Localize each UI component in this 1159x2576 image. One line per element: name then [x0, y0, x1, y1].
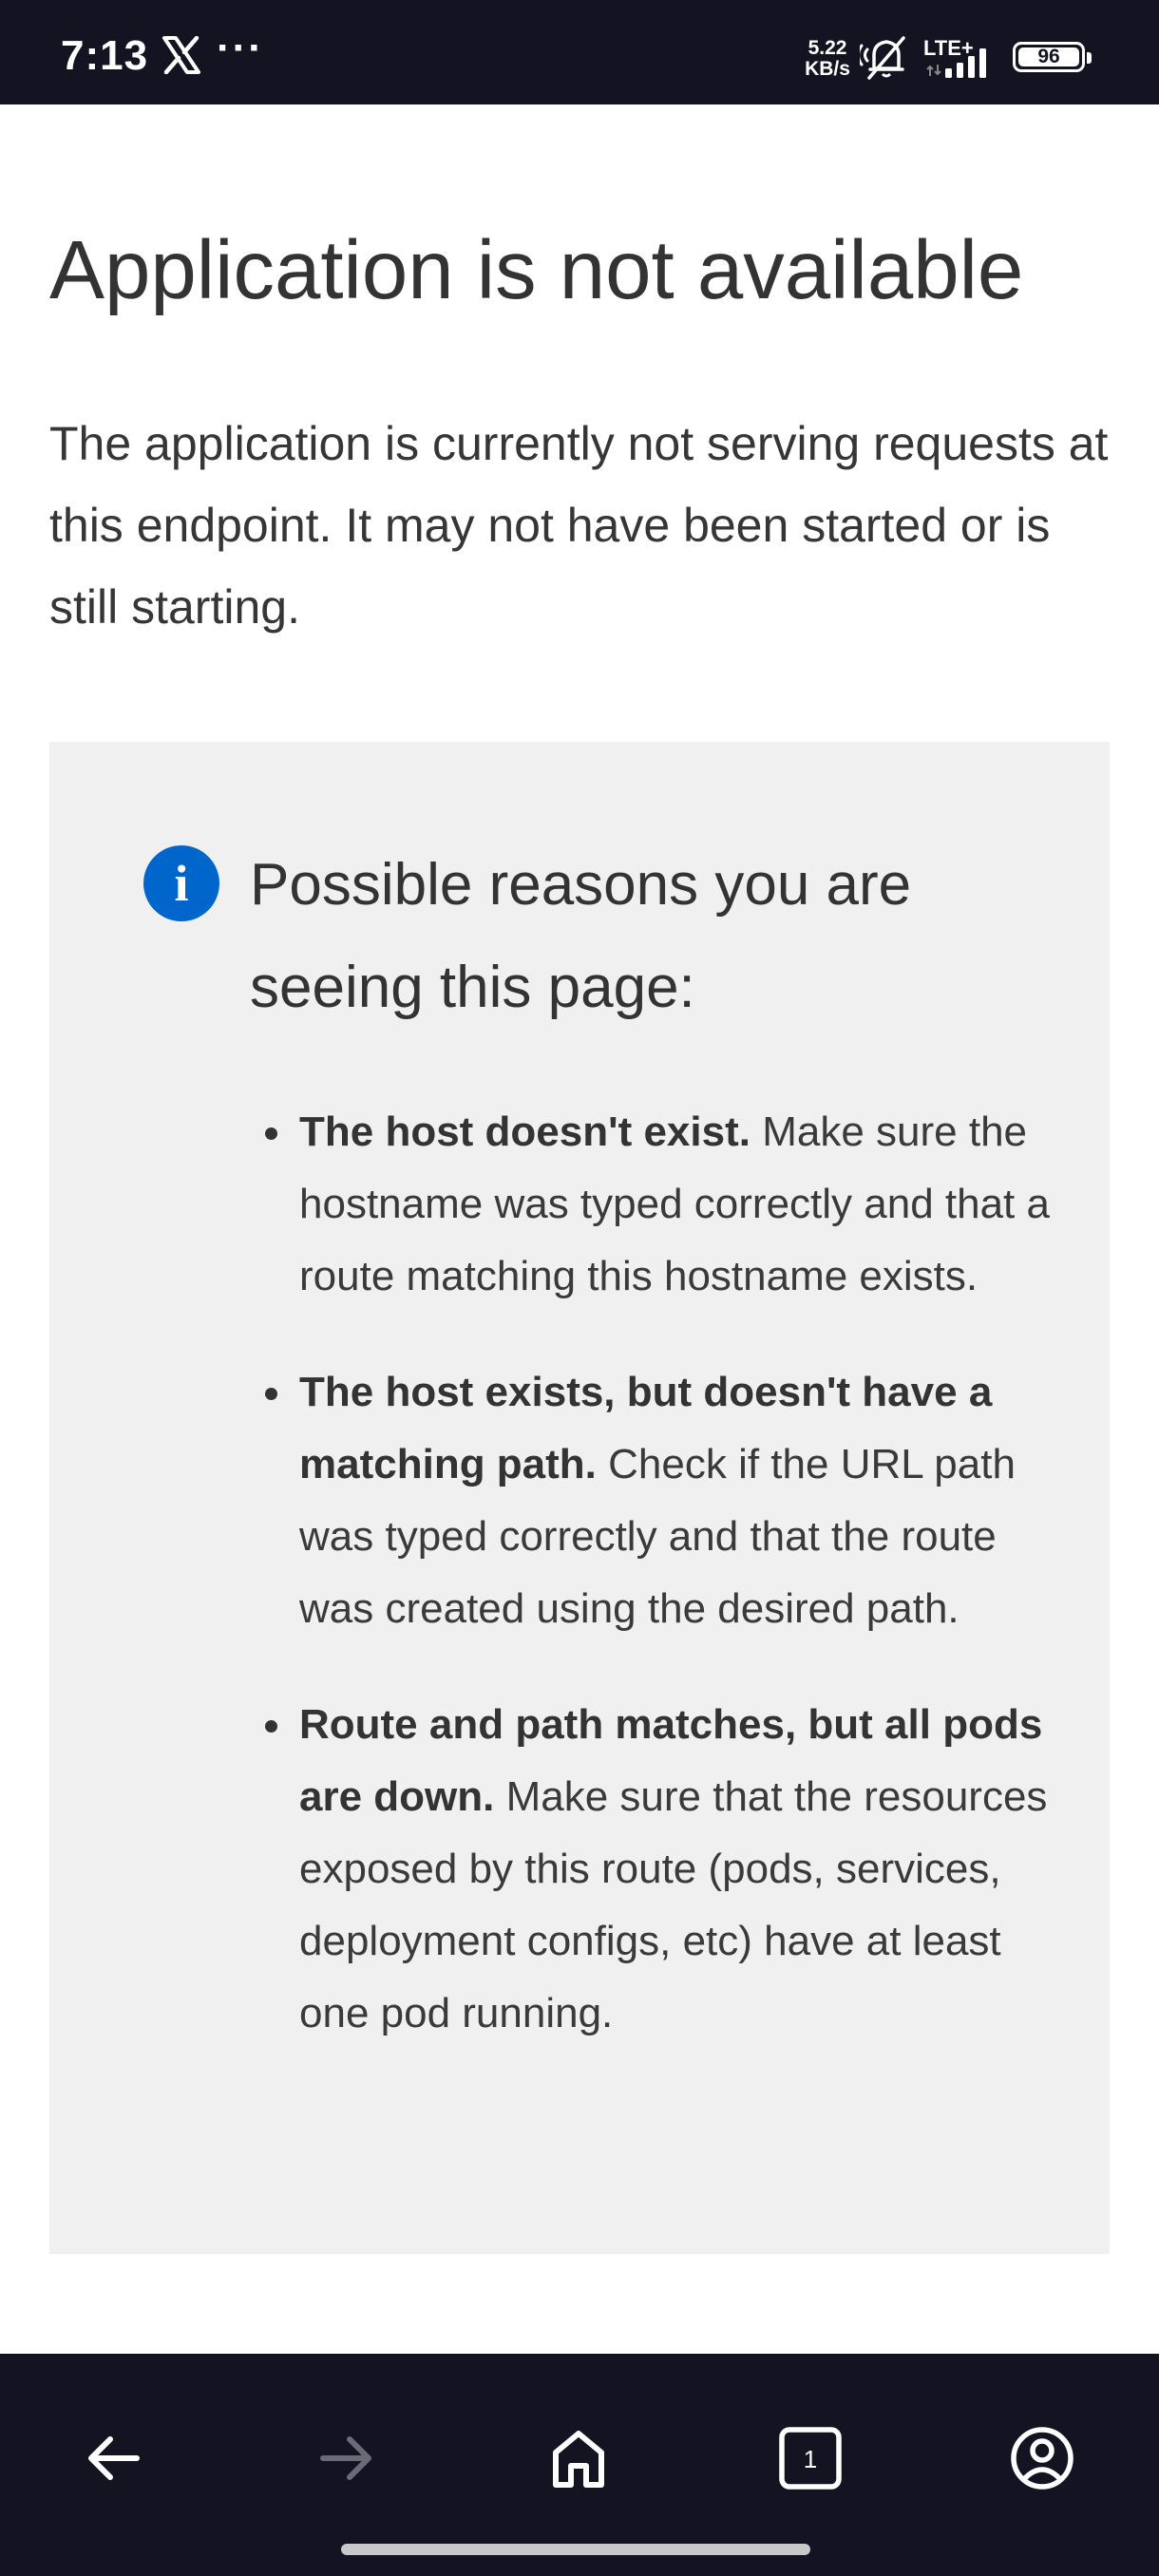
account-button[interactable]	[995, 2411, 1090, 2506]
forward-button[interactable]	[298, 2411, 393, 2506]
list-item: The host doesn't exist. Make sure the ho…	[265, 1096, 1078, 1313]
more-dots-icon: ···	[217, 25, 264, 71]
panel-heading: Possible reasons you are seeing this pag…	[250, 852, 912, 1020]
back-arrow-icon	[88, 2436, 140, 2480]
browser-bottom-nav: 1	[0, 2354, 1159, 2576]
list-item: The host exists, but doesn't have a matc…	[265, 1356, 1078, 1645]
forward-arrow-icon	[320, 2436, 371, 2480]
x-logo-icon	[162, 36, 200, 74]
list-item: Route and path matches, but all pods are…	[265, 1689, 1078, 2050]
status-bar: 7:13 ··· 5.22 KB/s LTE+ 96	[0, 0, 1159, 104]
home-button[interactable]	[531, 2411, 626, 2506]
network-speed-unit: KB/s	[805, 58, 850, 80]
network-speed-value: 5.22	[808, 37, 847, 59]
clock: 7:13	[61, 32, 149, 79]
home-icon	[553, 2431, 604, 2488]
tabs-icon: 1	[779, 2427, 842, 2490]
page-title: Application is not available	[49, 224, 1024, 316]
signal-strength-icon	[926, 48, 986, 78]
gesture-bar[interactable]	[341, 2544, 810, 2555]
info-icon: i	[143, 845, 219, 921]
tab-count: 1	[804, 2445, 817, 2473]
battery-icon: 96	[1013, 42, 1092, 72]
back-button[interactable]	[66, 2411, 162, 2506]
reasons-panel: i Possible reasons you are seeing this p…	[49, 742, 1110, 2254]
network-speed: 5.22 KB/s	[803, 38, 852, 80]
muted-bell-icon	[860, 36, 905, 80]
tabs-button[interactable]: 1	[763, 2411, 858, 2506]
reasons-list: The host doesn't exist. Make sure the ho…	[265, 1096, 1078, 2093]
battery-level: 96	[1018, 47, 1079, 66]
account-icon	[1011, 2427, 1074, 2490]
intro-text: The application is currently not serving…	[49, 417, 1109, 634]
reason-title: The host doesn't exist.	[299, 1108, 750, 1155]
